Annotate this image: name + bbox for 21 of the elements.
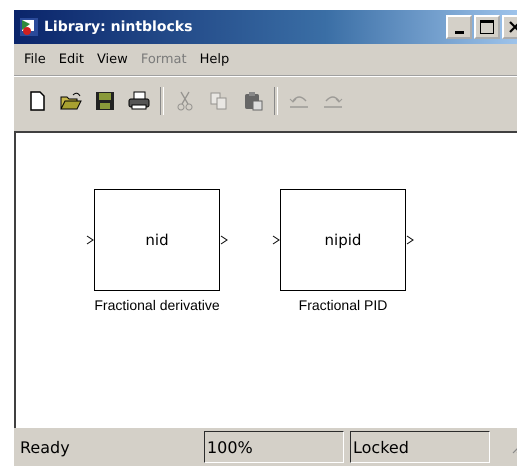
menu-item[interactable]: Edit: [58, 52, 84, 67]
window-title: Library: nintblocks: [44, 19, 194, 35]
block-label: Fractional derivative: [94, 297, 220, 313]
lock-status: Locked: [350, 431, 490, 463]
diagram-block[interactable]: nid: [94, 189, 220, 291]
maximize-button[interactable]: [474, 15, 500, 39]
status-text: Ready: [20, 438, 71, 456]
menu-item[interactable]: View: [96, 52, 128, 67]
output-port-icon: [406, 235, 414, 245]
input-port-icon: [272, 235, 280, 245]
output-port-icon: [220, 235, 228, 245]
menu-item[interactable]: Help: [200, 52, 230, 67]
diagram-block[interactable]: nipid: [280, 189, 406, 291]
block-label: Fractional PID: [298, 297, 388, 313]
zoom-level: 100%: [204, 431, 344, 463]
menu-item[interactable]: File: [24, 52, 46, 67]
model-icon: [20, 18, 38, 36]
input-port-icon: [86, 235, 94, 245]
block-name: nid: [145, 231, 169, 249]
block-name: nipid: [324, 231, 362, 249]
minimize-button[interactable]: [446, 15, 472, 39]
